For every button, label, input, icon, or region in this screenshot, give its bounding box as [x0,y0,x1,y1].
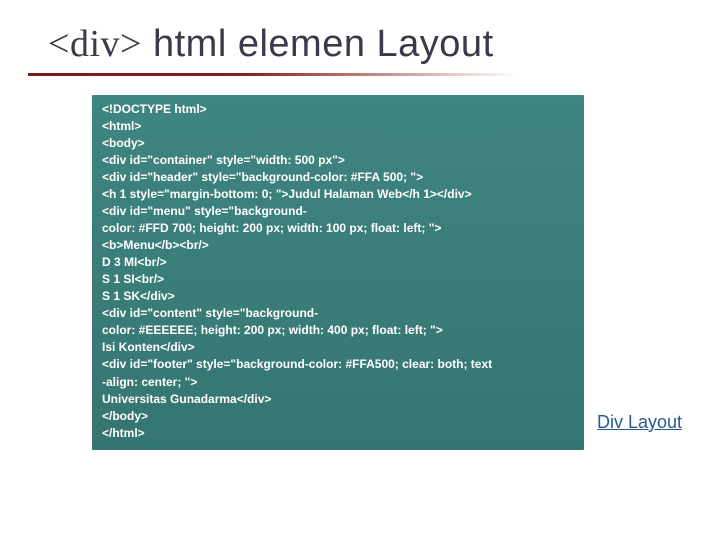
code-snippet-box: <!DOCTYPE html> <html> <body> <div id="c… [92,95,584,450]
title-rest: html elemen Layout [142,23,494,65]
div-layout-link[interactable]: Div Layout [597,412,682,433]
title-angle-open: < [48,23,70,65]
code-snippet: <!DOCTYPE html> <html> <body> <div id="c… [102,101,576,442]
title-angle-close: > [120,23,142,65]
title-tag: div [70,23,120,65]
title-underline [28,73,518,76]
slide-title: <div> html elemen Layout [48,22,494,66]
